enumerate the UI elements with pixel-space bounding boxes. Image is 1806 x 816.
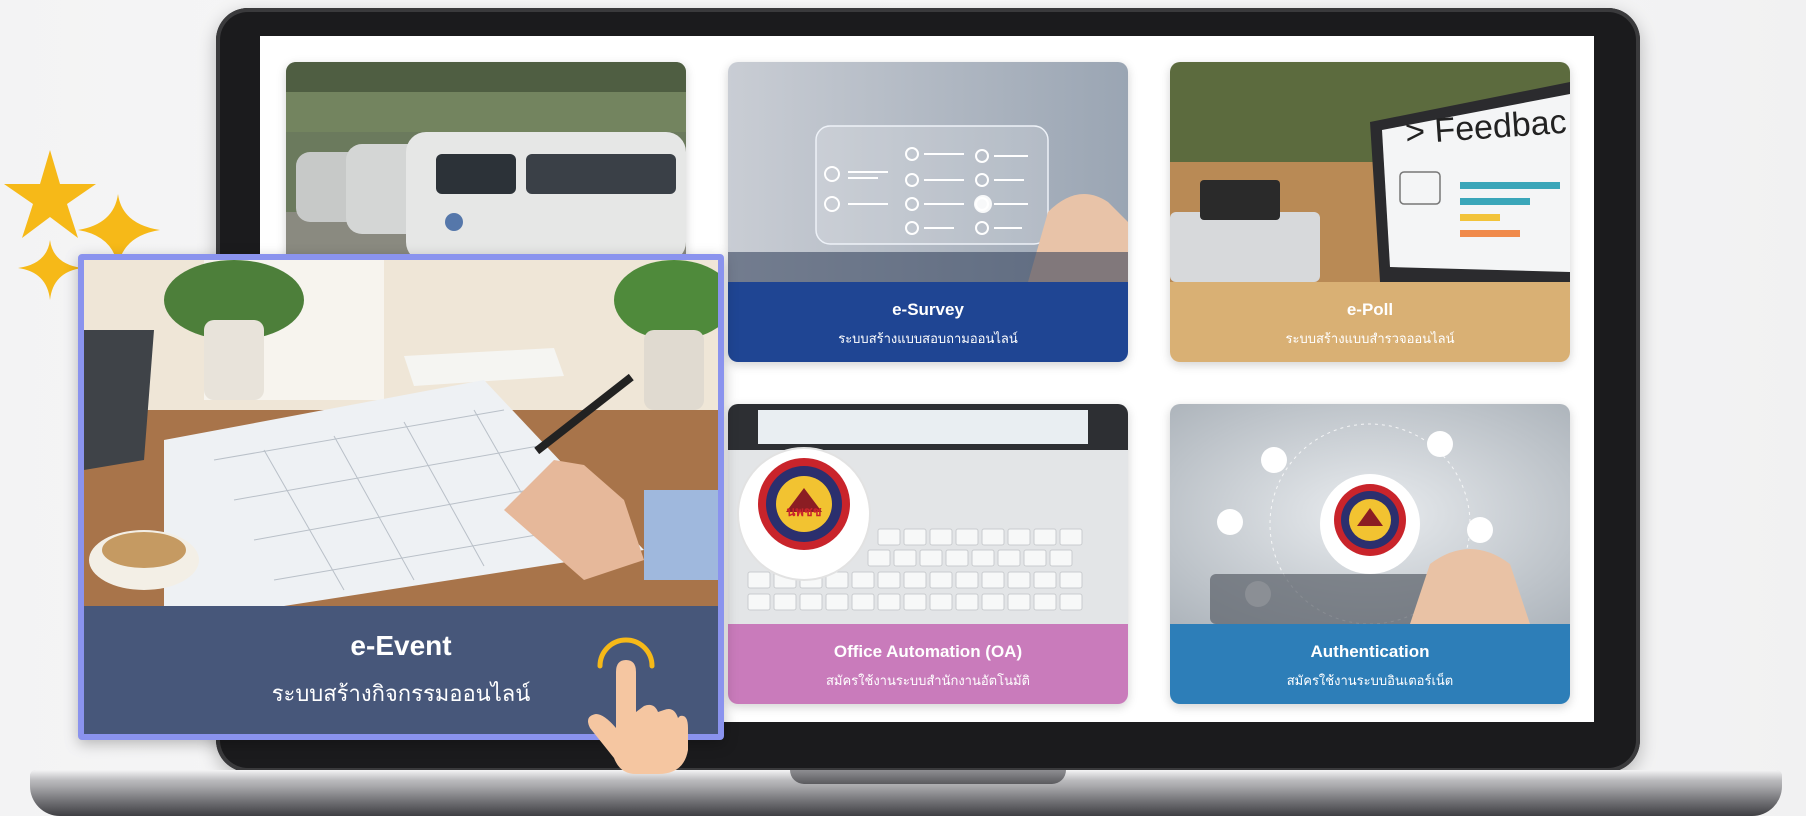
- e-poll-band: e-Poll ระบบสร้างแบบสำรวจออนไลน์: [1170, 282, 1570, 362]
- van-photo: [286, 62, 686, 282]
- survey-photo: [728, 62, 1128, 282]
- authentication-photo: [1170, 404, 1570, 624]
- service-card-e-poll[interactable]: > Feedbac e-Poll ระบบสร้างแบบสำรวจออนไลน…: [1170, 62, 1570, 362]
- tap-hand-icon: [588, 637, 688, 774]
- auth-title: Authentication: [1310, 642, 1430, 661]
- laptop-keyboard-photo: นพชช: [728, 404, 1128, 624]
- poll-photo: > Feedbac: [1170, 62, 1570, 282]
- laptop-notch: [790, 770, 1066, 784]
- e-survey-subtitle: ระบบสร้างแบบสอบถามออนไลน์: [838, 331, 1018, 346]
- service-card-e-survey[interactable]: e-Survey ระบบสร้างแบบสอบถามออนไลน์: [728, 62, 1128, 362]
- auth-subtitle: สมัครใช้งานระบบอินเตอร์เน็ต: [1286, 673, 1454, 688]
- svg-text:นพชช: นพชช: [786, 505, 821, 520]
- e-survey-band: e-Survey ระบบสร้างแบบสอบถามออนไลน์: [728, 282, 1128, 362]
- oa-band: Office Automation (OA) สมัครใช้งานระบบสำ…: [728, 624, 1128, 704]
- e-survey-title: e-Survey: [892, 300, 964, 319]
- service-card-authentication[interactable]: Authentication สมัครใช้งานระบบอินเตอร์เน…: [1170, 404, 1570, 704]
- e-poll-subtitle: ระบบสร้างแบบสำรวจออนไลน์: [1285, 331, 1455, 346]
- department-seal-logo: นพชช: [737, 447, 871, 581]
- calendar-photo: [84, 260, 718, 606]
- auth-band: Authentication สมัครใช้งานระบบอินเตอร์เน…: [1170, 624, 1570, 704]
- oa-title: Office Automation (OA): [833, 642, 1023, 661]
- e-poll-title: e-Poll: [1346, 300, 1394, 319]
- oa-subtitle: สมัครใช้งานระบบสำนักงานอัตโนมัติ: [825, 673, 1030, 688]
- service-card-office-automation[interactable]: นพชช Office Automation (OA) สมัครใช้งานร…: [728, 404, 1128, 704]
